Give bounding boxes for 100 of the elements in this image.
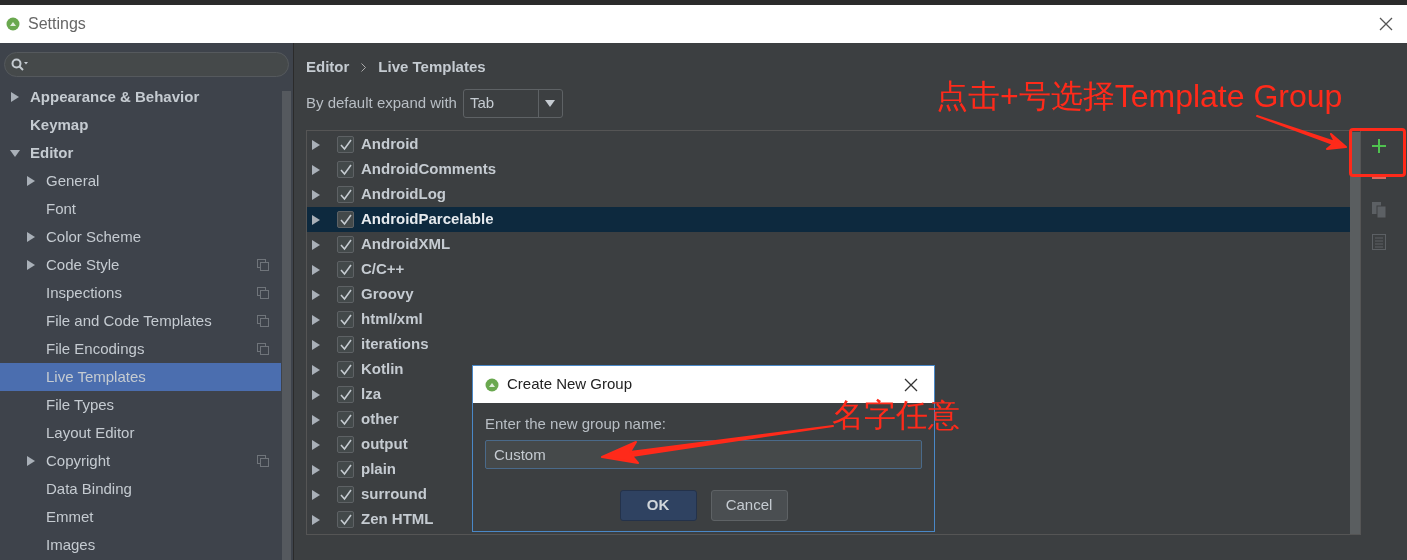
sidebar-item[interactable]: File Types [0,391,281,419]
search-field[interactable] [4,52,289,77]
breadcrumb-separator-icon [361,62,367,72]
remove-icon[interactable] [1371,176,1387,180]
expand-arrow-icon[interactable] [311,389,321,400]
checkbox[interactable] [337,286,354,303]
sidebar-item[interactable]: Inspections [0,279,281,307]
add-icon[interactable] [1371,138,1387,154]
checkbox[interactable] [337,436,354,453]
cancel-button[interactable]: Cancel [710,489,788,521]
android-logo-icon [485,377,499,392]
sidebar-item[interactable]: Emmet [0,503,281,531]
android-logo-icon [6,17,20,31]
template-group-name[interactable]: Android [361,133,419,156]
sidebar-item[interactable]: File Encodings [0,335,281,363]
expand-arrow-icon[interactable] [311,264,321,275]
dropdown-caret-icon [545,100,556,107]
checkbox[interactable] [337,261,354,278]
close-icon[interactable] [1379,17,1393,31]
checkbox[interactable] [337,511,354,528]
expand-arrow-icon[interactable] [311,439,321,450]
checkbox[interactable] [337,161,354,178]
expand-arrow-icon[interactable] [10,92,20,102]
template-group-name[interactable]: AndroidLog [361,183,446,206]
sidebar-item[interactable]: File and Code Templates [0,307,281,335]
dialog-title: Create New Group [507,374,633,395]
template-group-name[interactable]: AndroidParcelable [361,208,494,231]
template-group-name[interactable]: AndroidComments [361,158,496,181]
expand-arrow-icon[interactable] [311,514,321,525]
sidebar-item[interactable]: Color Scheme [0,223,281,251]
expand-arrow-icon[interactable] [311,239,321,250]
template-group-name[interactable]: Kotlin [361,358,404,381]
expand-arrow-icon[interactable] [311,464,321,475]
project-level-icon [257,455,269,467]
group-name-field[interactable]: Custom [485,439,922,469]
scrollbar[interactable] [282,91,291,560]
expand-with-label: By default expand with [306,93,457,114]
sidebar-item[interactable]: Layout Editor [0,419,281,447]
window-title: Settings [28,14,86,34]
expand-arrow-icon[interactable] [311,364,321,375]
sidebar-item[interactable]: Code Style [0,251,281,279]
checkbox[interactable] [337,411,354,428]
checkbox[interactable] [337,236,354,253]
template-group-name[interactable]: plain [361,458,396,481]
sidebar-item[interactable]: Images [0,531,281,559]
template-group-name[interactable]: Zen HTML [361,508,434,531]
expand-arrow-icon[interactable] [311,489,321,500]
template-group-name[interactable]: C/C++ [361,258,405,281]
search-icon [11,57,29,72]
sidebar-item[interactable]: Appearance & Behavior [0,83,281,111]
template-group-name[interactable]: output [361,433,408,456]
scrollbar[interactable] [1350,132,1360,534]
sidebar-item[interactable]: Editor [0,139,281,167]
checkbox[interactable] [337,186,354,203]
template-group-name[interactable]: html/xml [361,308,423,331]
sidebar-item[interactable]: General [0,167,281,195]
collapse-arrow-icon[interactable] [10,148,20,158]
expand-arrow-icon[interactable] [26,232,36,242]
checkbox[interactable] [337,361,354,378]
checkbox[interactable] [337,311,354,328]
checkbox[interactable] [337,386,354,403]
close-icon[interactable] [904,377,918,392]
expand-arrow-icon[interactable] [311,314,321,325]
expand-arrow-icon[interactable] [311,214,321,225]
expand-arrow-icon[interactable] [311,164,321,175]
project-level-icon [257,259,269,271]
project-level-icon [257,343,269,355]
project-level-icon [257,287,269,299]
expand-arrow-icon[interactable] [311,139,321,150]
expand-with-dropdown[interactable]: Tab [462,89,563,118]
checkbox[interactable] [337,336,354,353]
breadcrumb-item[interactable]: Editor [306,55,350,79]
expand-arrow-icon[interactable] [311,289,321,300]
template-group-name[interactable]: surround [361,483,427,506]
template-group-name[interactable]: Groovy [361,283,414,306]
sidebar-item[interactable]: Keymap [0,111,281,139]
selected-row-highlight[interactable]: AndroidParcelable [307,207,1350,232]
group-name-prompt: Enter the new group name: [485,414,666,434]
checkbox[interactable] [337,136,354,153]
expand-arrow-icon[interactable] [311,339,321,350]
annotation-text: 点击+号选择Template Group [936,77,1343,116]
sidebar-item[interactable]: Copyright [0,447,281,475]
ok-button[interactable]: OK [619,489,697,521]
checkbox[interactable] [337,461,354,478]
expand-arrow-icon[interactable] [26,456,36,466]
project-level-icon [257,315,269,327]
highlight-frame [1349,128,1406,177]
expand-arrow-icon[interactable] [311,189,321,200]
checkbox[interactable] [337,211,354,228]
template-group-name[interactable]: other [361,408,399,431]
checkbox[interactable] [337,486,354,503]
template-group-name[interactable]: lza [361,383,381,406]
sidebar-item[interactable]: Data Binding [0,475,281,503]
expand-arrow-icon[interactable] [26,260,36,270]
expand-arrow-icon[interactable] [26,176,36,186]
breadcrumb-item[interactable]: Live Templates [378,55,486,79]
template-group-name[interactable]: AndroidXML [361,233,451,256]
template-group-name[interactable]: iterations [361,333,429,356]
sidebar-item[interactable]: Font [0,195,281,223]
expand-arrow-icon[interactable] [311,414,321,425]
